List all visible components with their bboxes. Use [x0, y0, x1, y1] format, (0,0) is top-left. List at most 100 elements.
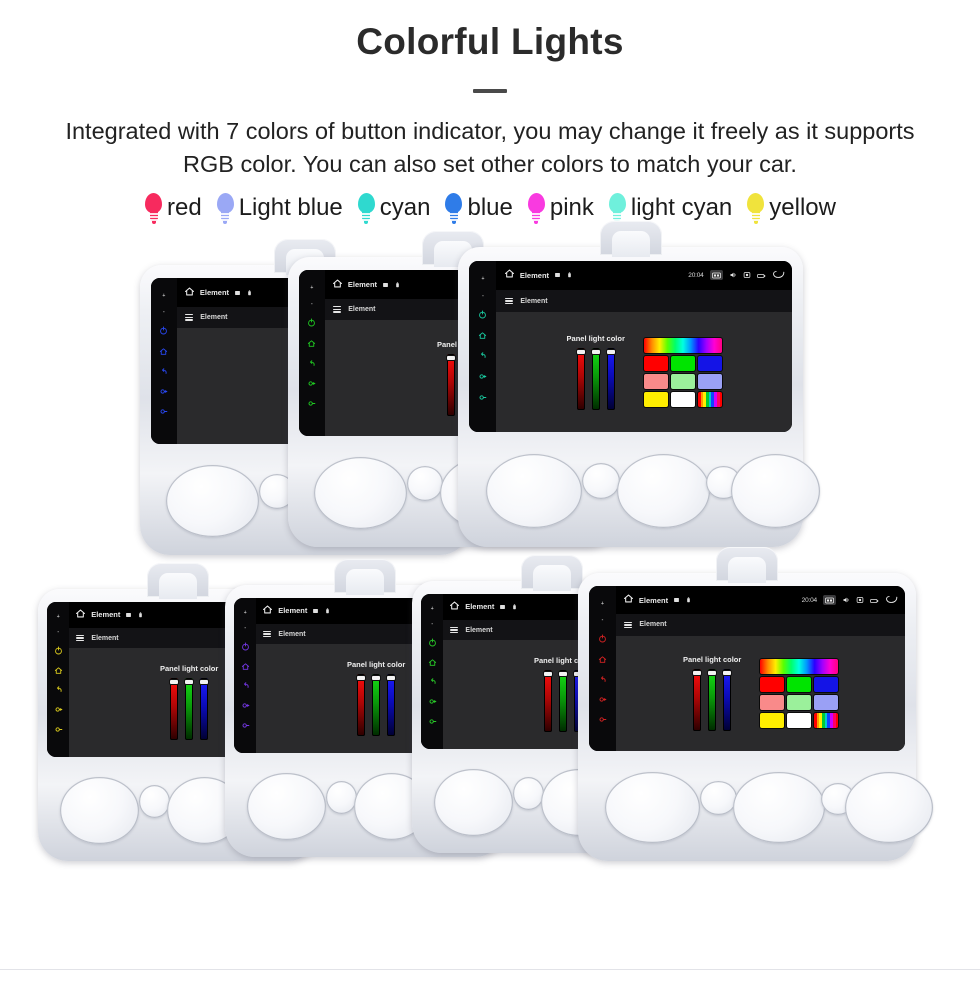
hamburger-menu-icon[interactable]	[76, 634, 85, 642]
blue-channel-slider[interactable]	[387, 674, 396, 737]
capacitive-key-strip[interactable]: + -	[420, 593, 444, 749]
key-back-icon[interactable]	[428, 677, 437, 686]
key-volume-up-icon[interactable]	[428, 697, 437, 706]
key-power-icon[interactable]	[428, 638, 437, 647]
status-home-icon[interactable]	[184, 284, 195, 302]
key-vol-down-label[interactable]: -	[431, 622, 433, 627]
key-vol-down-label[interactable]: -	[311, 302, 313, 307]
key-home-icon[interactable]	[54, 666, 63, 675]
key-vol-down-label[interactable]: -	[163, 310, 165, 315]
key-volume-up-icon[interactable]	[54, 705, 63, 714]
key-vol-up-label[interactable]: +	[481, 277, 484, 282]
green-swatch[interactable]	[786, 676, 811, 692]
hue-spectrum-swatch[interactable]	[759, 658, 838, 674]
key-volume-down-icon[interactable]	[478, 393, 487, 402]
key-vol-up-label[interactable]: +	[57, 614, 60, 620]
key-home-icon[interactable]	[241, 662, 250, 671]
key-volume-up-icon[interactable]	[159, 387, 168, 396]
key-home-icon[interactable]	[159, 347, 168, 356]
capacitive-key-strip[interactable]: + -	[298, 270, 325, 436]
white-swatch[interactable]	[786, 712, 811, 728]
color-swatch-grid[interactable]	[759, 658, 838, 728]
key-back-icon[interactable]	[307, 359, 316, 368]
key-home-icon[interactable]	[598, 655, 607, 664]
status-back-icon[interactable]	[772, 266, 785, 284]
key-power-icon[interactable]	[159, 326, 168, 335]
key-volume-up-icon[interactable]	[598, 695, 607, 704]
key-vol-up-label[interactable]: +	[601, 602, 604, 607]
status-home-icon[interactable]	[262, 602, 273, 620]
color-swatch-grid[interactable]	[643, 337, 722, 407]
status-home-icon[interactable]	[332, 276, 343, 294]
yellow-swatch[interactable]	[643, 391, 668, 407]
hamburger-menu-icon[interactable]	[450, 626, 459, 634]
red-channel-slider[interactable]	[544, 670, 553, 733]
capacitive-key-strip[interactable]: + -	[46, 601, 70, 757]
head-unit-cyan[interactable]: + - Element 20:04 Element Panel light color	[458, 221, 821, 548]
salmon-swatch[interactable]	[759, 694, 784, 710]
blue-channel-slider[interactable]	[606, 348, 615, 411]
key-back-icon[interactable]	[598, 675, 607, 684]
green-channel-slider[interactable]	[708, 669, 717, 732]
key-volume-down-icon[interactable]	[428, 717, 437, 726]
rgb-sliders[interactable]	[693, 669, 732, 732]
green-channel-slider[interactable]	[591, 348, 600, 411]
red-swatch[interactable]	[643, 355, 668, 371]
key-vol-up-label[interactable]: +	[162, 293, 165, 299]
blue-channel-slider[interactable]	[200, 678, 209, 741]
key-vol-down-label[interactable]: -	[57, 630, 59, 635]
rainbow-swatch[interactable]	[813, 712, 838, 728]
touchscreen[interactable]: + - Element 20:04 Element Panel light color	[469, 260, 792, 432]
rgb-sliders[interactable]	[170, 678, 209, 741]
status-back-icon[interactable]	[885, 591, 898, 609]
status-volume-icon[interactable]	[842, 591, 850, 609]
key-vol-down-label[interactable]: -	[244, 626, 246, 631]
red-channel-slider[interactable]	[357, 674, 366, 737]
key-home-icon[interactable]	[428, 658, 437, 667]
key-power-icon[interactable]	[54, 646, 63, 655]
rainbow-swatch[interactable]	[697, 391, 722, 407]
key-back-icon[interactable]	[241, 681, 250, 690]
hamburger-menu-icon[interactable]	[185, 313, 194, 321]
key-vol-up-label[interactable]: +	[431, 606, 434, 612]
red-channel-slider[interactable]	[693, 669, 702, 732]
capacitive-key-strip[interactable]: + -	[588, 586, 616, 751]
status-recent-apps-icon[interactable]	[870, 591, 879, 609]
rgb-sliders[interactable]	[357, 674, 396, 737]
status-screenshot-icon[interactable]	[822, 595, 836, 606]
head-unit-red[interactable]: + - Element 20:04 Element Panel light color	[578, 547, 933, 862]
key-power-icon[interactable]	[598, 634, 607, 643]
key-vol-up-label[interactable]: +	[310, 285, 313, 291]
status-photo-icon[interactable]	[856, 591, 864, 609]
key-volume-up-icon[interactable]	[478, 372, 487, 381]
hamburger-menu-icon[interactable]	[624, 621, 633, 629]
key-back-icon[interactable]	[159, 367, 168, 376]
capacitive-key-strip[interactable]: + -	[150, 278, 177, 444]
green-channel-slider[interactable]	[185, 678, 194, 741]
salmon-swatch[interactable]	[643, 373, 668, 389]
status-home-icon[interactable]	[449, 598, 460, 616]
key-power-icon[interactable]	[241, 642, 250, 651]
hamburger-menu-icon[interactable]	[263, 630, 272, 638]
key-power-icon[interactable]	[478, 310, 487, 319]
hamburger-menu-icon[interactable]	[505, 297, 514, 305]
rgb-sliders[interactable]	[576, 348, 615, 411]
key-volume-down-icon[interactable]	[307, 399, 316, 408]
status-photo-icon[interactable]	[743, 266, 751, 284]
status-home-icon[interactable]	[75, 606, 86, 624]
light-green-swatch[interactable]	[670, 373, 695, 389]
green-channel-slider[interactable]	[559, 670, 568, 733]
red-swatch[interactable]	[759, 676, 784, 692]
key-volume-up-icon[interactable]	[307, 379, 316, 388]
periwinkle-swatch[interactable]	[697, 373, 722, 389]
key-volume-up-icon[interactable]	[241, 701, 250, 710]
status-home-icon[interactable]	[623, 591, 634, 609]
light-green-swatch[interactable]	[786, 694, 811, 710]
rgb-sliders[interactable]	[544, 670, 583, 733]
periwinkle-swatch[interactable]	[813, 694, 838, 710]
blue-channel-slider[interactable]	[723, 669, 732, 732]
key-home-icon[interactable]	[478, 331, 487, 340]
touchscreen[interactable]: + - Element 20:04 Element Panel light color	[588, 586, 906, 751]
blue-swatch[interactable]	[813, 676, 838, 692]
key-vol-up-label[interactable]: +	[244, 610, 247, 616]
